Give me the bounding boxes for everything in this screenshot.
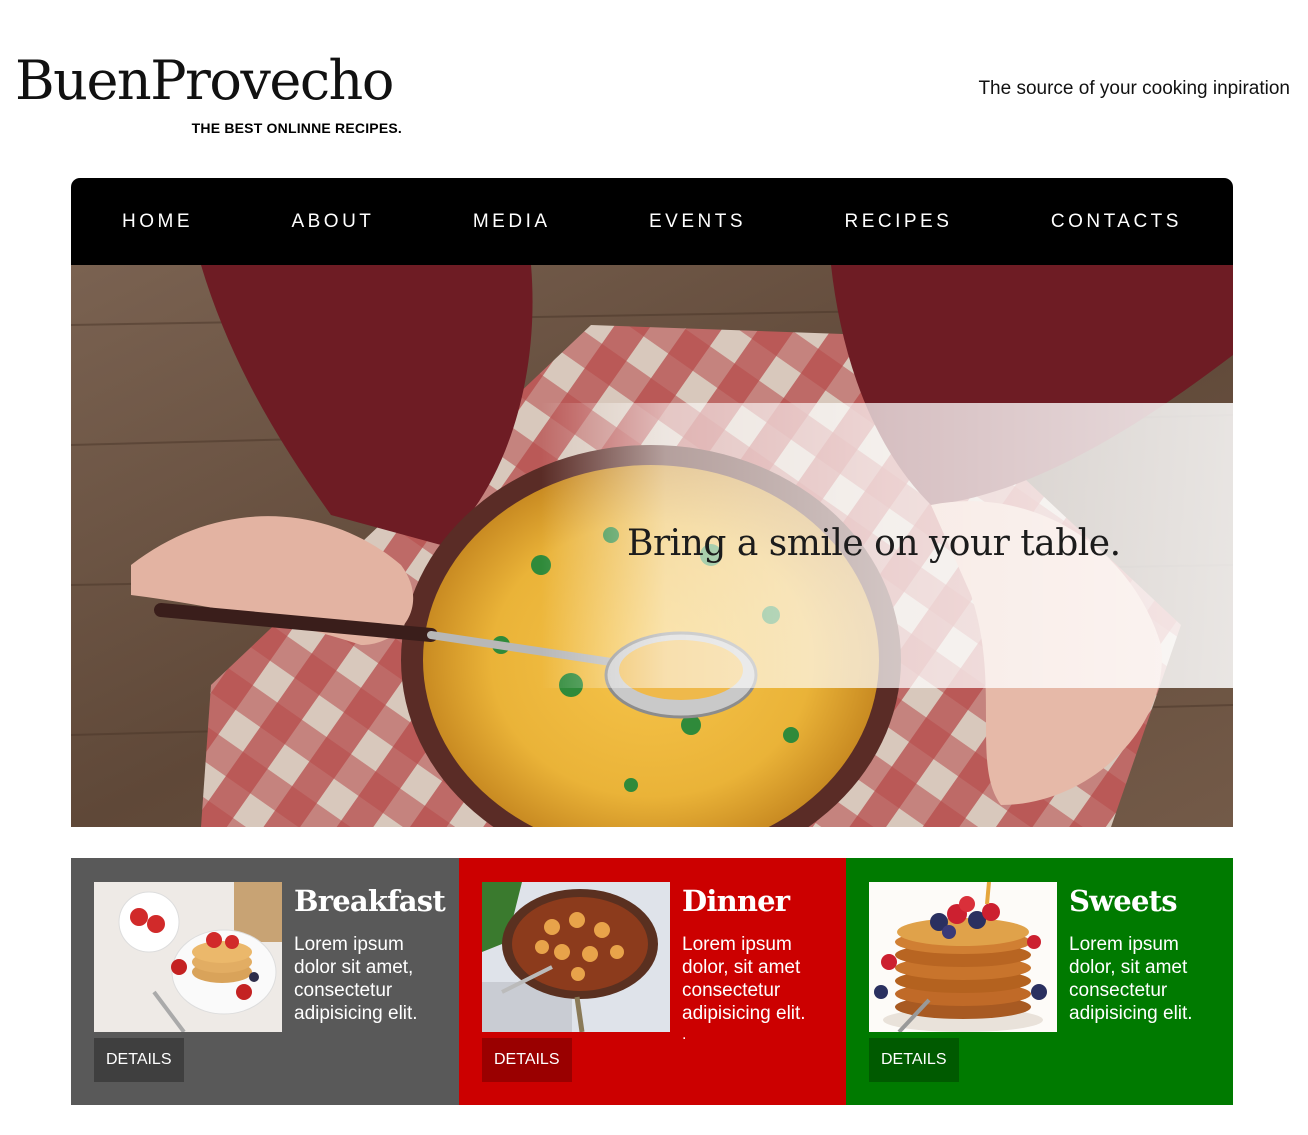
brand-tagline: THE BEST ONLINNE RECIPES. bbox=[191, 120, 402, 136]
card-breakfast: Breakfast Lorem ipsum dolor sit amet, co… bbox=[71, 858, 459, 1105]
dinner-image bbox=[482, 882, 670, 1032]
card-title: Dinner bbox=[682, 884, 790, 918]
header-tagline: The source of your cooking inpiration bbox=[978, 78, 1290, 99]
card-title: Breakfast bbox=[294, 884, 446, 918]
card-text: Lorem ipsum dolor, sit amet consectetur … bbox=[682, 934, 806, 1024]
main-nav: HOME ABOUT MEDIA EVENTS RECIPES CONTACTS bbox=[71, 178, 1233, 265]
breakfast-image bbox=[94, 882, 282, 1032]
card-sweets: Sweets Lorem ipsum dolor, sit amet conse… bbox=[846, 858, 1233, 1105]
nav-item-media[interactable]: MEDIA bbox=[473, 211, 551, 233]
details-button[interactable]: DETAILS bbox=[869, 1038, 959, 1082]
card-dinner: Dinner Lorem ipsum dolor, sit amet conse… bbox=[459, 858, 846, 1105]
nav-item-about[interactable]: ABOUT bbox=[291, 211, 374, 233]
category-cards: Breakfast Lorem ipsum dolor sit amet, co… bbox=[71, 858, 1233, 1105]
card-text: Lorem ipsum dolor sit amet, consectetur … bbox=[294, 934, 418, 1024]
card-title: Sweets bbox=[1069, 884, 1178, 918]
tortellini-pan-image bbox=[482, 882, 670, 1032]
nav-item-home[interactable]: HOME bbox=[122, 211, 193, 233]
brand-name: BuenProvecho bbox=[15, 49, 394, 112]
sweets-image bbox=[869, 882, 1057, 1032]
card-extra-text: . bbox=[682, 1026, 687, 1043]
hero-headline: Bring a smile on your table. bbox=[627, 523, 1121, 564]
nav-item-events[interactable]: EVENTS bbox=[649, 211, 746, 233]
details-button[interactable]: DETAILS bbox=[94, 1038, 184, 1082]
nav-item-recipes[interactable]: RECIPES bbox=[844, 211, 952, 233]
nav-item-contacts[interactable]: CONTACTS bbox=[1051, 211, 1182, 233]
hero-banner: Bring a smile on your table. bbox=[71, 265, 1233, 827]
details-button[interactable]: DETAILS bbox=[482, 1038, 572, 1082]
pancake-stack-image bbox=[869, 882, 1057, 1032]
card-text: Lorem ipsum dolor, sit amet consectetur … bbox=[1069, 934, 1193, 1024]
pancakes-strawberry-image bbox=[94, 882, 282, 1032]
brand[interactable]: BuenProvecho THE BEST ONLINNE RECIPES. bbox=[15, 49, 410, 137]
